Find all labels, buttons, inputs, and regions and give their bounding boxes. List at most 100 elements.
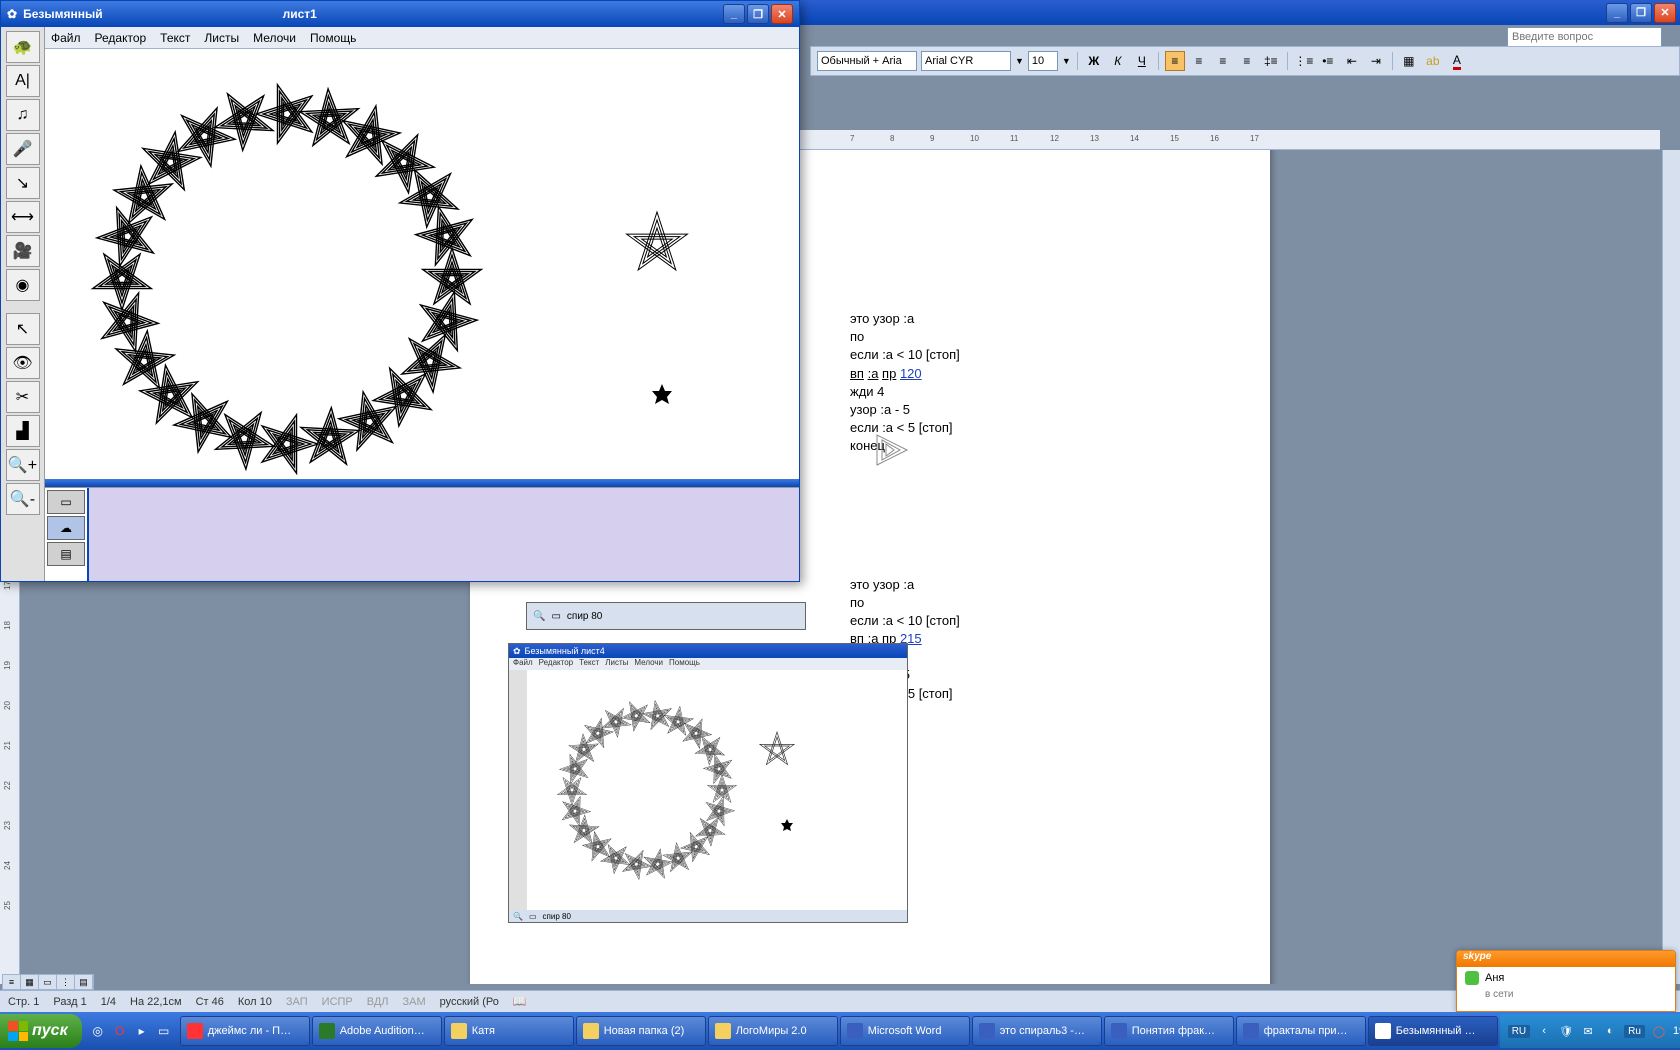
line-spacing-button[interactable]: ‡≡	[1261, 51, 1281, 71]
turtle-tool-icon[interactable]: 🐢	[6, 31, 40, 63]
align-justify-button[interactable]: ≡	[1237, 51, 1257, 71]
fill-tool-icon[interactable]: ↘	[6, 167, 40, 199]
reading-view-button[interactable]: ▤	[75, 975, 93, 989]
menu-text[interactable]: Текст	[160, 31, 190, 45]
decrease-indent-button[interactable]: ⇤	[1342, 51, 1362, 71]
taskbar-item[interactable]: фракталы при…	[1236, 1016, 1366, 1046]
window-icon: ▭	[551, 611, 560, 622]
taskbar-item[interactable]: джеймс ли - П…	[180, 1016, 310, 1046]
logo-menubar: Файл Редактор Текст Листы Мелочи Помощь	[45, 27, 799, 49]
highlight-button[interactable]: ab	[1423, 51, 1443, 71]
logo-titlebar[interactable]: ✿ Безымянный лист1 _ ❐ ✕	[1, 1, 799, 27]
skype-contact-name: Аня	[1485, 972, 1504, 984]
increase-indent-button[interactable]: ⇥	[1366, 51, 1386, 71]
pointer-tool-icon[interactable]: ↖	[6, 313, 40, 345]
bold-button[interactable]: Ж	[1084, 51, 1104, 71]
maximize-button[interactable]: ❐	[747, 4, 769, 24]
outline-view-button[interactable]: ⋮	[57, 975, 75, 989]
view-mode-buttons: ≡ ▦ ▭ ⋮ ▤	[2, 974, 94, 990]
system-tray: RU ‹ 🛡 ✉ ◐ Ru ◯ 19:42	[1500, 1014, 1680, 1048]
skype-status-text: в сети	[1457, 989, 1675, 1000]
button-tool-icon[interactable]: ◉	[6, 269, 40, 301]
taskbar-item[interactable]: это спираль3 -…	[972, 1016, 1102, 1046]
logo-canvas[interactable]	[45, 49, 799, 479]
keyboard-layout[interactable]: Ru	[1624, 1025, 1645, 1038]
help-search-input[interactable]	[1507, 27, 1662, 47]
quick-launch: ◎ O ▸ ▭	[88, 1019, 174, 1043]
stamp-tool-icon[interactable]: ▟	[6, 415, 40, 447]
taskbar-item[interactable]: Adobe Audition…	[312, 1016, 442, 1046]
camera-tool-icon[interactable]: 🎥	[6, 235, 40, 267]
style-selector[interactable]	[817, 51, 917, 71]
taskbar-item[interactable]: Новая папка (2)	[576, 1016, 706, 1046]
logo-window: ✿ Безымянный лист1 _ ❐ ✕ Файл Редактор Т…	[0, 0, 800, 582]
align-left-button[interactable]: ≡	[1165, 51, 1185, 71]
borders-button[interactable]: ▦	[1399, 51, 1419, 71]
vertical-scrollbar[interactable]	[1662, 150, 1680, 984]
book-icon[interactable]: 📖	[513, 995, 527, 1008]
web-view-button[interactable]: ▦	[21, 975, 39, 989]
align-right-button[interactable]: ≡	[1213, 51, 1233, 71]
numbered-list-button[interactable]: ⋮≡	[1294, 51, 1314, 71]
cmd-tab-3[interactable]: ▤	[47, 542, 85, 566]
taskbar-item[interactable]: Понятия фрак…	[1104, 1016, 1234, 1046]
ql-opera-icon[interactable]: O	[110, 1019, 130, 1043]
embedded-menubar: ФайлРедакторТекстЛистыМелочиПомощь	[509, 658, 907, 670]
word-statusbar: Стр. 1 Разд 1 1/4 На 22,1см Ст 46 Кол 10…	[0, 990, 1680, 1012]
close-button[interactable]: ✕	[1654, 3, 1676, 23]
bullet-list-button[interactable]: •≡	[1318, 51, 1338, 71]
tray-icon[interactable]: ✉	[1580, 1023, 1596, 1039]
menu-editor[interactable]: Редактор	[95, 31, 147, 45]
font-selector[interactable]	[921, 51, 1011, 71]
tray-shield-icon[interactable]: 🛡	[1558, 1023, 1574, 1039]
minimize-button[interactable]: _	[1606, 3, 1628, 23]
taskbar: пуск ◎ O ▸ ▭ джеймс ли - П… Adobe Auditi…	[0, 1012, 1680, 1050]
command-input[interactable]	[87, 488, 799, 581]
tray-icon[interactable]: ◐	[1602, 1023, 1618, 1039]
font-size-selector[interactable]	[1028, 51, 1058, 71]
splitter[interactable]	[45, 479, 799, 487]
scissors-tool-icon[interactable]: ✂	[6, 381, 40, 413]
window-title: Безымянный	[23, 7, 103, 21]
font-color-button[interactable]: A	[1447, 51, 1467, 71]
zoom-out-tool-icon[interactable]: 🔍-	[6, 483, 40, 515]
minimize-button[interactable]: _	[723, 4, 745, 24]
taskbar-item-active[interactable]: Безымянный …	[1368, 1016, 1498, 1046]
print-view-button[interactable]: ▭	[39, 975, 57, 989]
maximize-button[interactable]: ❐	[1630, 3, 1652, 23]
menu-help[interactable]: Помощь	[310, 31, 356, 45]
ql-icon[interactable]: ◎	[88, 1019, 108, 1043]
cmd-tab-2[interactable]: ☁	[47, 516, 85, 540]
eye-tool-icon[interactable]: 👁	[6, 347, 40, 379]
cmd-tab-1[interactable]: ▭	[47, 490, 85, 514]
skype-brand: skype	[1457, 951, 1675, 967]
taskbar-item[interactable]: Microsoft Word	[840, 1016, 970, 1046]
embedded-statusbar: 🔍▭спир 80	[509, 910, 907, 922]
microphone-tool-icon[interactable]: 🎤	[6, 133, 40, 165]
tray-icon[interactable]: ◯	[1651, 1023, 1667, 1039]
menu-sheets[interactable]: Листы	[204, 31, 239, 45]
italic-button[interactable]: К	[1108, 51, 1128, 71]
windows-logo-icon	[8, 1021, 28, 1041]
skype-notification[interactable]: skype Аня в сети	[1456, 950, 1676, 1012]
menu-file[interactable]: Файл	[51, 31, 81, 45]
language-indicator[interactable]: RU	[1508, 1025, 1530, 1038]
ql-icon[interactable]: ▸	[132, 1019, 152, 1043]
sheet-name: лист1	[283, 7, 317, 21]
ql-icon[interactable]: ▭	[154, 1019, 174, 1043]
text-tool-icon[interactable]: A|	[6, 65, 40, 97]
normal-view-button[interactable]: ≡	[3, 975, 21, 989]
start-button[interactable]: пуск	[0, 1014, 82, 1048]
tray-icon[interactable]: ‹	[1536, 1023, 1552, 1039]
menu-misc[interactable]: Мелочи	[253, 31, 296, 45]
align-center-button[interactable]: ≡	[1189, 51, 1209, 71]
music-tool-icon[interactable]: ♫	[6, 99, 40, 131]
underline-button[interactable]: Ч	[1132, 51, 1152, 71]
close-button[interactable]: ✕	[771, 4, 793, 24]
taskbar-item[interactable]: Катя	[444, 1016, 574, 1046]
taskbar-item[interactable]: ЛогоМиры 2.0	[708, 1016, 838, 1046]
word-formatting-toolbar: ▼ ▼ Ж К Ч ≡ ≡ ≡ ≡ ‡≡ ⋮≡ •≡ ⇤ ⇥ ▦ ab A	[810, 46, 1680, 76]
slider-tool-icon[interactable]: ⟷	[6, 201, 40, 233]
zoom-in-tool-icon[interactable]: 🔍+	[6, 449, 40, 481]
clock[interactable]: 19:42	[1673, 1025, 1680, 1037]
